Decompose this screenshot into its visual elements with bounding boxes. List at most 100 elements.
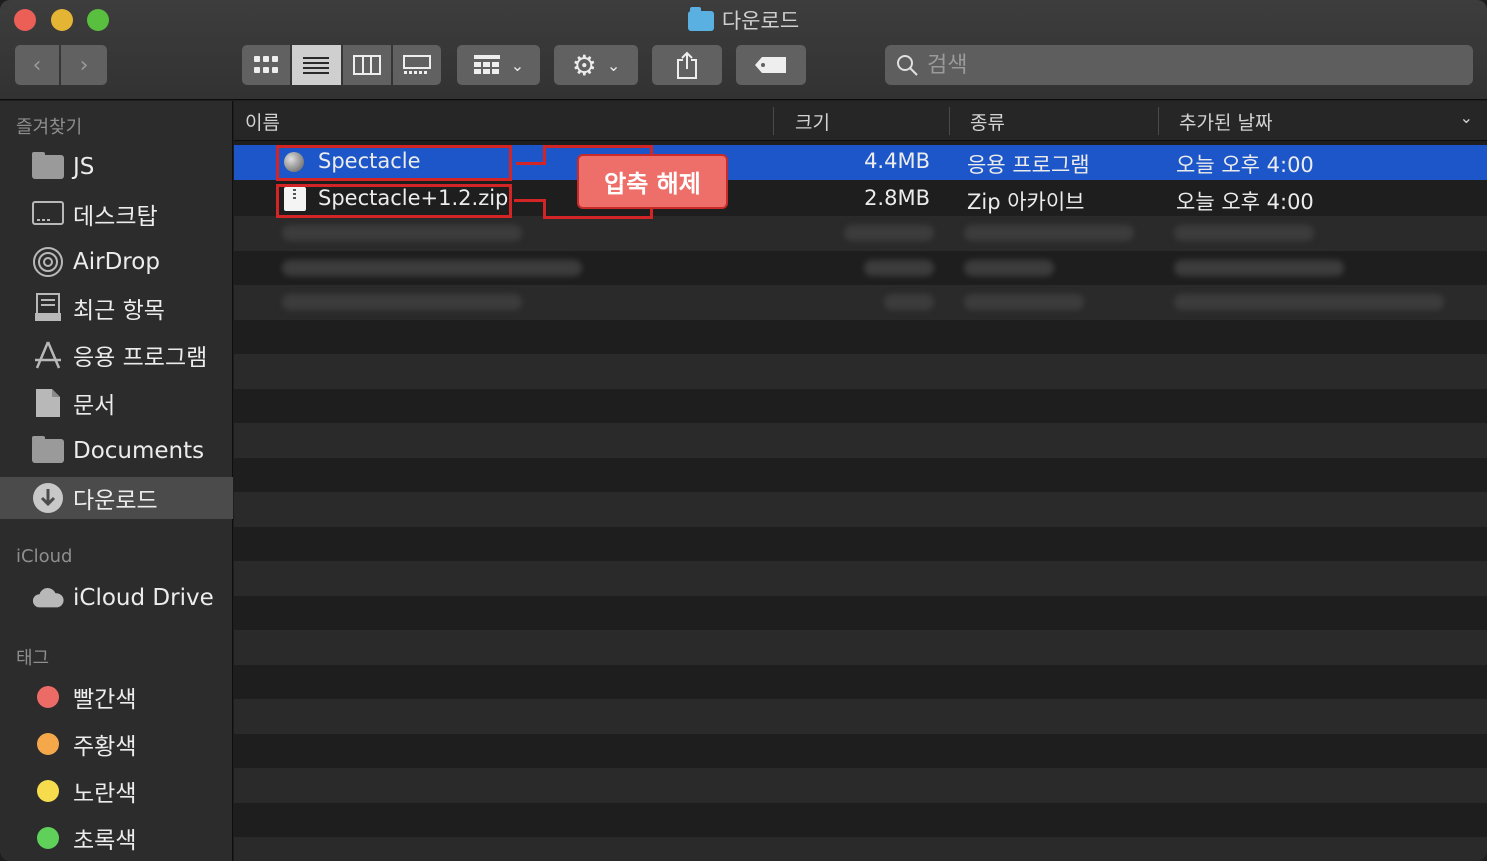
- sidebar-item-desktop[interactable]: 데스크탑: [0, 193, 233, 235]
- back-button[interactable]: ‹: [15, 45, 59, 85]
- recents-icon: [32, 293, 64, 323]
- file-size: 2.8MB: [864, 185, 930, 210]
- group-grid-icon: [473, 55, 500, 74]
- blurred-file-row: [234, 250, 1487, 285]
- empty-row: [234, 837, 1487, 861]
- sidebar-item-documents[interactable]: Documents: [0, 430, 233, 472]
- window-title: 다운로드: [0, 5, 1487, 35]
- view-mode-group: [242, 45, 441, 85]
- airdrop-icon: [32, 247, 64, 277]
- icloud-header: iCloud: [16, 546, 73, 567]
- search-field[interactable]: [885, 45, 1473, 85]
- search-icon: [897, 55, 918, 76]
- red-tag-dot-icon: [37, 686, 59, 708]
- sidebar-item-label: 노란색: [73, 781, 137, 807]
- sidebar-tag-yellow[interactable]: 노란색: [0, 770, 233, 812]
- highlight-box-zip: [276, 184, 512, 218]
- gear-icon: ⚙: [571, 48, 597, 82]
- sidebar-item-downloads[interactable]: 다운로드: [0, 477, 233, 519]
- empty-row: [234, 423, 1487, 458]
- sidebar-item-label: JS: [73, 154, 95, 180]
- green-tag-dot-icon: [37, 827, 59, 849]
- empty-row: [234, 595, 1487, 630]
- sidebar-item-icloud-drive[interactable]: iCloud Drive: [0, 577, 233, 619]
- column-size-header[interactable]: 크기: [795, 108, 830, 135]
- download-icon: [32, 483, 64, 513]
- finder-window: 다운로드 ‹ › ⌄ ⚙ ⌄ 검색 즐겨찾기 JS 데스크탑 AirDrop 최…: [0, 0, 1487, 861]
- sidebar-tag-green[interactable]: 초록색: [0, 817, 233, 859]
- sidebar-item-label: 초록색: [73, 828, 137, 854]
- sidebar-item-recents[interactable]: 최근 항목: [0, 287, 233, 329]
- chevron-left-icon: ‹: [32, 52, 42, 78]
- sidebar-item-documents-kr[interactable]: 문서: [0, 382, 233, 424]
- gallery-view-button[interactable]: [392, 45, 441, 85]
- empty-row: [234, 388, 1487, 423]
- blurred-file-row: [234, 285, 1487, 320]
- group-button[interactable]: ⌄: [457, 45, 540, 85]
- file-kind: Zip 아카이브: [967, 189, 1085, 214]
- sidebar-item-label: AirDrop: [73, 249, 160, 275]
- column-date-header[interactable]: 추가된 날짜: [1179, 108, 1272, 135]
- grid-icon: [254, 56, 279, 73]
- share-icon: [677, 51, 697, 79]
- sidebar-tag-red[interactable]: 빨간색: [0, 676, 233, 718]
- empty-row: [234, 526, 1487, 561]
- sidebar-item-label: 다운로드: [73, 488, 158, 514]
- chevron-down-icon: ⌄: [510, 55, 525, 75]
- tag-icon: [755, 57, 786, 73]
- column-kind-header[interactable]: 종류: [970, 108, 1005, 135]
- empty-row: [234, 802, 1487, 837]
- cloud-icon: [32, 583, 64, 613]
- column-name-header[interactable]: 이름: [245, 108, 280, 135]
- sidebar: 즐겨찾기 JS 데스크탑 AirDrop 최근 항목 응용 프로그램 문서 Do…: [0, 101, 233, 861]
- downloads-folder-icon: [687, 7, 714, 31]
- connector-line: [543, 216, 653, 219]
- column-header: 이름 크기 종류 추가된 날짜 ⌄: [234, 101, 1487, 141]
- file-date: 오늘 오후 4:00: [1176, 189, 1314, 214]
- file-kind: 응용 프로그램: [967, 153, 1090, 177]
- sidebar-item-label: 응용 프로그램: [73, 345, 208, 371]
- chevron-down-icon: ⌄: [606, 55, 621, 75]
- unzip-callout: 압축 해제: [577, 154, 728, 209]
- sidebar-item-applications[interactable]: 응용 프로그램: [0, 334, 233, 376]
- sidebar-item-label: 주황색: [73, 734, 137, 760]
- desktop-icon: [32, 199, 64, 229]
- tag-button[interactable]: [736, 45, 806, 85]
- forward-button[interactable]: ›: [61, 45, 107, 85]
- highlight-box-app: [276, 145, 512, 181]
- empty-row: [234, 354, 1487, 389]
- icon-view-button[interactable]: [242, 45, 291, 85]
- sidebar-tag-orange[interactable]: 주황색: [0, 723, 233, 765]
- empty-row: [234, 733, 1487, 768]
- empty-row: [234, 492, 1487, 527]
- favorites-header: 즐겨찾기: [16, 117, 83, 138]
- share-button[interactable]: [652, 45, 722, 85]
- empty-row: [234, 319, 1487, 354]
- empty-row: [234, 664, 1487, 699]
- action-button[interactable]: ⚙ ⌄: [554, 45, 638, 85]
- chevron-down-icon[interactable]: ⌄: [1460, 108, 1473, 127]
- empty-row: [234, 699, 1487, 734]
- connector-line: [514, 199, 546, 202]
- empty-row: [234, 457, 1487, 492]
- empty-row: [234, 561, 1487, 596]
- search-input[interactable]: [927, 52, 1447, 78]
- sidebar-item-js[interactable]: JS: [0, 146, 233, 188]
- file-size: 4.4MB: [864, 149, 930, 173]
- tags-header: 태그: [16, 648, 50, 669]
- connector-line: [543, 145, 653, 148]
- list-view-button[interactable]: [292, 45, 341, 85]
- column-view-button[interactable]: [342, 45, 391, 85]
- list-icon: [303, 57, 330, 74]
- sidebar-item-airdrop[interactable]: AirDrop: [0, 241, 233, 283]
- yellow-tag-dot-icon: [37, 780, 59, 802]
- folder-icon: [32, 436, 64, 463]
- sidebar-item-label: 데스크탑: [73, 204, 158, 230]
- sidebar-item-label: Documents: [73, 438, 205, 464]
- sidebar-item-label: 빨간색: [73, 687, 137, 713]
- orange-tag-dot-icon: [37, 733, 59, 755]
- sidebar-item-label: 문서: [73, 393, 116, 419]
- columns-icon: [352, 55, 381, 75]
- chevron-right-icon: ›: [79, 52, 89, 78]
- sidebar-item-label: 최근 항목: [73, 298, 165, 324]
